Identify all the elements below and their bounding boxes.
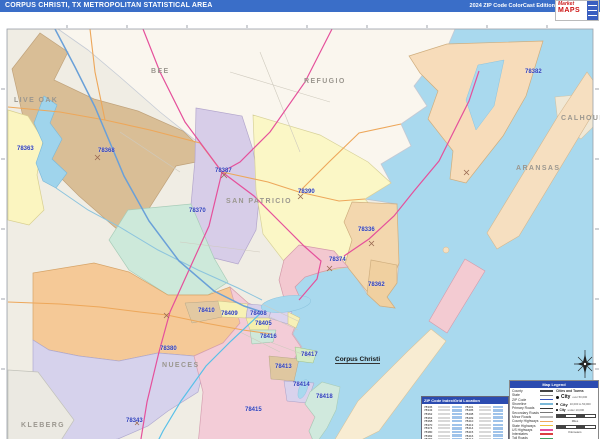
map-title: CORPUS CHRISTI, TX METROPOLITAN STATISTI… [5,2,213,9]
title-bar: CORPUS CHRISTI, TX METROPOLITAN STATISTI… [0,0,600,12]
zip-label-78343: 78343 [126,418,143,424]
legend-cities-column: Cities and Towns City over 50,000 City 10,0… [553,389,596,439]
zip-label-78362: 78362 [368,282,385,288]
logo-text: Market MAPS [556,1,587,20]
map-graphic [0,24,600,439]
zip-label-78363: 78363 [17,146,34,152]
county-label-san-patricio: SAN PATRICIO [226,198,292,205]
zip-label-78417: 78417 [301,352,318,358]
zip-label-78387: 78387 [215,168,232,174]
zip-index-rows: 78336 78343 78362 78363 78368 78370 78374 78380… [422,404,508,439]
legend-city-size: City under 10,000 [555,408,596,412]
legend-city-sizes: City over 50,000 City 10,000 to 50,000 City u… [555,394,596,412]
zip-label-78405: 78405 [255,321,272,327]
zip-index-panel: ZIP Code Index/Grid Location 78336 78343 7… [421,396,509,439]
legend-city-size: City 10,000 to 50,000 [555,402,596,407]
zip-index-title: ZIP Code Index/Grid Location [422,397,508,404]
scale-bar-miles: Miles [555,414,596,423]
logo-brand-bottom: MAPS [558,7,581,14]
zip-label-78368: 78368 [98,148,115,154]
zip-label-78390: 78390 [298,189,315,195]
county-label-bee: BEE [151,68,170,75]
map-legend-title: Map Legend [510,381,598,388]
zip-label-78409: 78409 [221,311,238,317]
county-label-refugio: REFUGIO [304,78,346,85]
legend-city-size: City over 50,000 [555,394,596,400]
zip-label-78408: 78408 [250,311,267,317]
logo-side-panel [587,1,598,20]
zip-label-78382: 78382 [525,69,542,75]
county-label-nueces: NUECES [162,362,200,369]
zip-label-78380: 78380 [160,346,177,352]
map-page: LIVE OAK BEE REFUGIO SAN PATRICIO ARANSAS CAL… [0,0,600,439]
scale-label-miles: Miles [571,419,579,423]
scale-bar-kilometers: Kilometers [555,425,596,434]
zip-label-78418: 78418 [316,394,333,400]
map-legend-body: County State ZIP Code Shoreline Primary Road… [510,388,598,439]
legend-line-items: County State ZIP Code Shoreline Primary Road… [512,389,553,439]
zip-index-col-2: 78401 78405 78408 78409 78410 78413 78414 78415… [465,405,506,439]
marketmaps-logo: Market MAPS [555,0,599,21]
county-label-kleberg: KLEBERG [21,422,66,429]
zip-label-78413: 78413 [275,364,292,370]
zip-label-78374: 78374 [329,257,346,263]
county-label-live-oak: LIVE OAK [14,97,59,104]
map-canvas: LIVE OAK BEE REFUGIO SAN PATRICIO ARANSAS CAL… [0,12,600,439]
county-label-aransas: ARANSAS [516,165,561,172]
zip-label-78370: 78370 [189,208,206,214]
zip-label-78336: 78336 [358,227,375,233]
city-label-corpus-christi: Corpus Christi [335,356,381,364]
region-islet [442,246,450,254]
zip-label-78416: 78416 [260,334,277,340]
map-legend-panel: Map Legend County State ZIP Code Shoreline P… [509,380,599,439]
legend-cities-title: Cities and Towns [555,389,584,393]
zip-label-78415: 78415 [245,407,262,413]
edition-label: 2024 ZIP Code ColorCast Edition [469,3,555,9]
zip-index-col-1: 78336 78343 78362 78363 78368 78370 78374 78380… [424,405,465,439]
county-label-calhoun: CALHOUN [561,115,600,122]
scale-label-kilometers: Kilometers [568,430,582,434]
zip-label-78410: 78410 [198,308,215,314]
zip-label-78414: 78414 [293,382,310,388]
